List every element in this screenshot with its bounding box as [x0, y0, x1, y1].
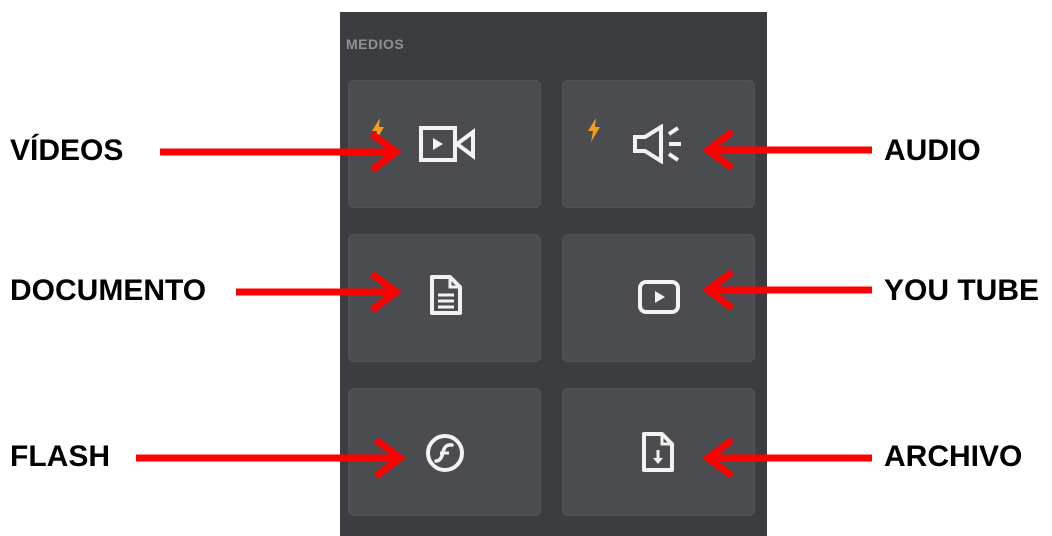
media-panel: MEDIOS — [340, 12, 767, 536]
label-youtube: YOU TUBE — [884, 274, 1040, 307]
label-videos: VÍDEOS — [10, 134, 124, 167]
youtube-tile[interactable] — [562, 234, 755, 362]
documento-tile[interactable] — [348, 234, 541, 362]
videos-tile[interactable] — [348, 80, 541, 208]
play-button-icon — [638, 280, 680, 314]
bolt-icon — [372, 118, 384, 142]
archivo-tile[interactable] — [562, 388, 755, 516]
speaker-icon — [633, 124, 681, 164]
file-download-icon — [642, 432, 674, 472]
flash-tile[interactable] — [348, 388, 541, 516]
panel-title: MEDIOS — [346, 36, 405, 52]
label-documento: DOCUMENTO — [10, 274, 207, 307]
label-flash: FLASH — [10, 440, 110, 473]
audio-tile[interactable] — [562, 80, 755, 208]
bolt-icon — [588, 118, 600, 142]
label-audio: AUDIO — [884, 134, 981, 167]
document-icon — [430, 275, 462, 315]
label-archivo: ARCHIVO — [884, 440, 1023, 473]
video-camera-icon — [419, 126, 475, 162]
flash-icon — [426, 434, 464, 472]
